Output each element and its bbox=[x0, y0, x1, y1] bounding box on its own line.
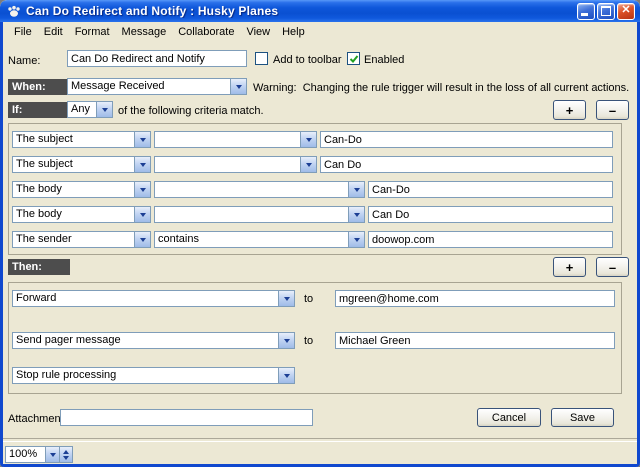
arrow-down-icon bbox=[63, 456, 69, 460]
enabled-checkbox[interactable] bbox=[347, 52, 360, 65]
menu-help[interactable]: Help bbox=[276, 24, 311, 40]
chevron-down-icon bbox=[300, 157, 316, 172]
name-input[interactable] bbox=[67, 50, 247, 67]
criteria-field-select[interactable]: The body bbox=[12, 206, 151, 223]
add-to-toolbar-label: Add to toolbar bbox=[273, 54, 342, 66]
criteria-operator-select[interactable] bbox=[154, 206, 365, 223]
chevron-down-icon bbox=[278, 291, 294, 306]
add-to-toolbar-checkbox[interactable] bbox=[255, 52, 268, 65]
menubar: File Edit Format Message Collaborate Vie… bbox=[3, 22, 637, 42]
action-select[interactable]: Forward bbox=[12, 290, 295, 307]
chevron-down-icon bbox=[348, 232, 364, 247]
then-section-label: Then: bbox=[8, 259, 70, 275]
criteria-value-input[interactable] bbox=[368, 206, 613, 223]
criteria-field-select[interactable]: The subject bbox=[12, 131, 151, 148]
action-target-input[interactable] bbox=[335, 290, 615, 307]
minimize-icon[interactable] bbox=[577, 3, 595, 20]
trigger-select[interactable]: Message Received bbox=[67, 78, 247, 95]
add-criterion-button[interactable]: + bbox=[553, 100, 586, 120]
remove-criterion-button[interactable]: – bbox=[596, 100, 629, 120]
zoom-control[interactable]: 100% bbox=[5, 446, 73, 463]
app-icon bbox=[6, 3, 22, 19]
chevron-down-icon bbox=[278, 333, 294, 348]
criteria-value-input[interactable] bbox=[320, 131, 613, 148]
match-mode-select[interactable]: Any bbox=[67, 101, 113, 118]
chevron-down-icon[interactable] bbox=[45, 446, 60, 463]
window-border-left bbox=[0, 22, 3, 467]
criteria-operator-select[interactable] bbox=[154, 156, 317, 173]
when-section-label: When: bbox=[8, 79, 70, 95]
chevron-down-icon bbox=[134, 207, 150, 222]
save-button[interactable]: Save bbox=[551, 408, 614, 427]
criteria-value-input[interactable] bbox=[320, 156, 613, 173]
chevron-down-icon bbox=[348, 207, 364, 222]
chevron-down-icon bbox=[348, 182, 364, 197]
if-suffix-label: of the following criteria match. bbox=[118, 105, 264, 117]
titlebar: Can Do Redirect and Notify : Husky Plane… bbox=[0, 0, 640, 22]
menu-file[interactable]: File bbox=[8, 24, 38, 40]
actions-group: Forward to Send pager message to Stop ru… bbox=[8, 282, 622, 394]
rule-editor-window: Can Do Redirect and Notify : Husky Plane… bbox=[0, 0, 640, 467]
attachment-label: Attachment: bbox=[8, 413, 67, 425]
action-connector-label: to bbox=[304, 335, 313, 347]
zoom-spinner[interactable] bbox=[60, 446, 73, 463]
menu-message[interactable]: Message bbox=[116, 24, 173, 40]
action-select[interactable]: Send pager message bbox=[12, 332, 295, 349]
checkmark-icon bbox=[349, 54, 359, 64]
add-action-button[interactable]: + bbox=[553, 257, 586, 277]
close-icon[interactable]: ✕ bbox=[617, 3, 635, 20]
chevron-down-icon bbox=[278, 368, 294, 383]
cancel-button[interactable]: Cancel bbox=[477, 408, 541, 427]
chevron-down-icon bbox=[230, 79, 246, 94]
action-select[interactable]: Stop rule processing bbox=[12, 367, 295, 384]
trigger-warning: Warning: Changing the rule trigger will … bbox=[253, 82, 629, 94]
if-section-label: If: bbox=[8, 102, 70, 118]
criteria-operator-select[interactable] bbox=[154, 181, 365, 198]
statusbar-divider bbox=[3, 438, 637, 442]
criteria-field-select[interactable]: The subject bbox=[12, 156, 151, 173]
criteria-field-select[interactable]: The body bbox=[12, 181, 151, 198]
chevron-down-icon bbox=[96, 102, 112, 117]
remove-action-button[interactable]: – bbox=[596, 257, 629, 277]
criteria-value-input[interactable] bbox=[368, 231, 613, 248]
arrow-up-icon bbox=[63, 450, 69, 454]
menu-edit[interactable]: Edit bbox=[38, 24, 69, 40]
attachment-input[interactable] bbox=[60, 409, 313, 426]
criteria-group: The subject The subject The body bbox=[8, 123, 622, 255]
action-connector-label: to bbox=[304, 293, 313, 305]
chevron-down-icon bbox=[134, 132, 150, 147]
menu-format[interactable]: Format bbox=[69, 24, 116, 40]
chevron-down-icon bbox=[134, 157, 150, 172]
menu-collaborate[interactable]: Collaborate bbox=[172, 24, 240, 40]
criteria-field-select[interactable]: The sender bbox=[12, 231, 151, 248]
chevron-down-icon bbox=[300, 132, 316, 147]
menu-view[interactable]: View bbox=[240, 24, 276, 40]
window-title: Can Do Redirect and Notify : Husky Plane… bbox=[26, 4, 577, 18]
enabled-label: Enabled bbox=[364, 54, 404, 66]
chevron-down-icon bbox=[134, 182, 150, 197]
zoom-value[interactable]: 100% bbox=[5, 446, 45, 463]
criteria-operator-select[interactable] bbox=[154, 131, 317, 148]
name-label: Name: bbox=[8, 55, 40, 67]
maximize-icon[interactable] bbox=[597, 3, 615, 20]
action-target-input[interactable] bbox=[335, 332, 615, 349]
criteria-value-input[interactable] bbox=[368, 181, 613, 198]
criteria-operator-select[interactable]: contains bbox=[154, 231, 365, 248]
chevron-down-icon bbox=[134, 232, 150, 247]
